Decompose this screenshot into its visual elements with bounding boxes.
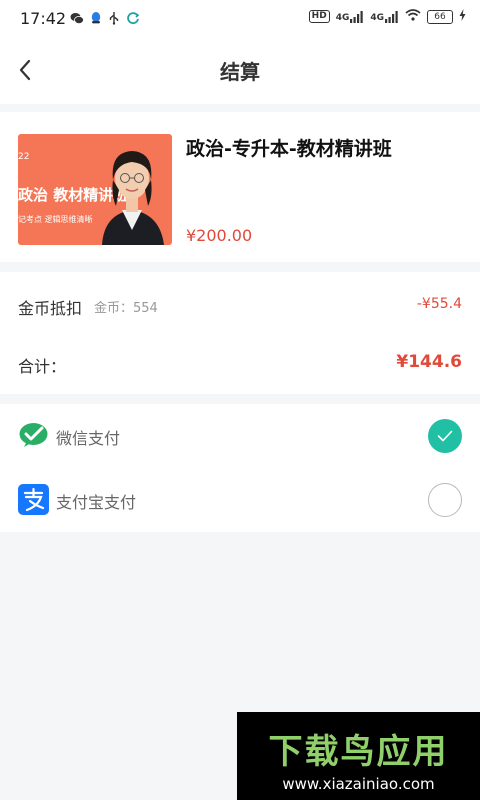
check-icon bbox=[437, 430, 453, 442]
product-price: ¥200.00 bbox=[186, 226, 253, 245]
coin-discount-amount: -¥55.4 bbox=[416, 296, 462, 312]
course-thumbnail: 22 政治 教材精讲班 记考点 逻辑思维清晰 bbox=[18, 134, 172, 245]
top-nav-bar: 结算 bbox=[0, 36, 480, 104]
payment-option-alipay[interactable]: 支付宝支付 bbox=[0, 468, 480, 532]
payment-label-alipay: 支付宝支付 bbox=[56, 493, 137, 512]
total-label: 合计： bbox=[18, 357, 67, 376]
alipay-icon bbox=[18, 484, 49, 515]
thumbnail-subtitle: 记考点 逻辑思维清晰 bbox=[18, 215, 93, 224]
watermark-logo: 下载鸟应用 www.xiazainiao.com bbox=[237, 712, 480, 800]
pricing-section: 金币抵扣 金币：554 -¥55.4 合计： ¥144.6 bbox=[0, 272, 480, 394]
wechat-pay-icon bbox=[19, 423, 48, 447]
teacher-portrait bbox=[102, 151, 164, 245]
usb-icon bbox=[108, 10, 120, 29]
battery-indicator: 66 bbox=[427, 9, 453, 24]
sync-icon bbox=[126, 10, 140, 29]
checkout-page: 17:42 HD 4G 4G 66 结算 22 政治 教材精讲班 记考点 逻辑思… bbox=[0, 0, 480, 800]
status-system-icons: HD 4G 4G 66 bbox=[308, 9, 466, 24]
watermark-url: www.xiazainiao.com bbox=[282, 775, 435, 793]
page-title: 结算 bbox=[220, 60, 260, 84]
payment-option-wechat[interactable]: 微信支付 bbox=[0, 404, 480, 468]
status-time: 17:42 bbox=[20, 9, 67, 28]
coin-deduction-label: 金币抵扣 bbox=[18, 299, 83, 318]
wifi-icon bbox=[405, 9, 421, 24]
signal-icon-1: 4G bbox=[336, 10, 365, 23]
thumbnail-year: 22 bbox=[18, 152, 30, 162]
payment-methods: 微信支付 支付宝支付 bbox=[0, 404, 480, 532]
status-bar: 17:42 HD 4G 4G 66 bbox=[0, 0, 480, 36]
coin-balance: 金币：554 bbox=[94, 301, 158, 316]
signal-icon-2: 4G bbox=[370, 10, 399, 23]
radio-unselected[interactable] bbox=[428, 483, 462, 517]
qq-icon bbox=[90, 10, 102, 29]
hd-badge: HD bbox=[308, 10, 330, 23]
charging-icon bbox=[459, 9, 466, 24]
total-amount: ¥144.6 bbox=[396, 352, 462, 372]
payment-label-wechat: 微信支付 bbox=[56, 429, 121, 448]
product-card[interactable]: 22 政治 教材精讲班 记考点 逻辑思维清晰 政治-专升本-教材精讲班 ¥200… bbox=[0, 112, 480, 262]
watermark-title: 下载鸟应用 bbox=[268, 732, 449, 772]
wechat-icon bbox=[70, 10, 84, 29]
product-name: 政治-专升本-教材精讲班 bbox=[186, 138, 392, 160]
status-notification-icons bbox=[70, 10, 140, 29]
radio-selected[interactable] bbox=[428, 419, 462, 453]
